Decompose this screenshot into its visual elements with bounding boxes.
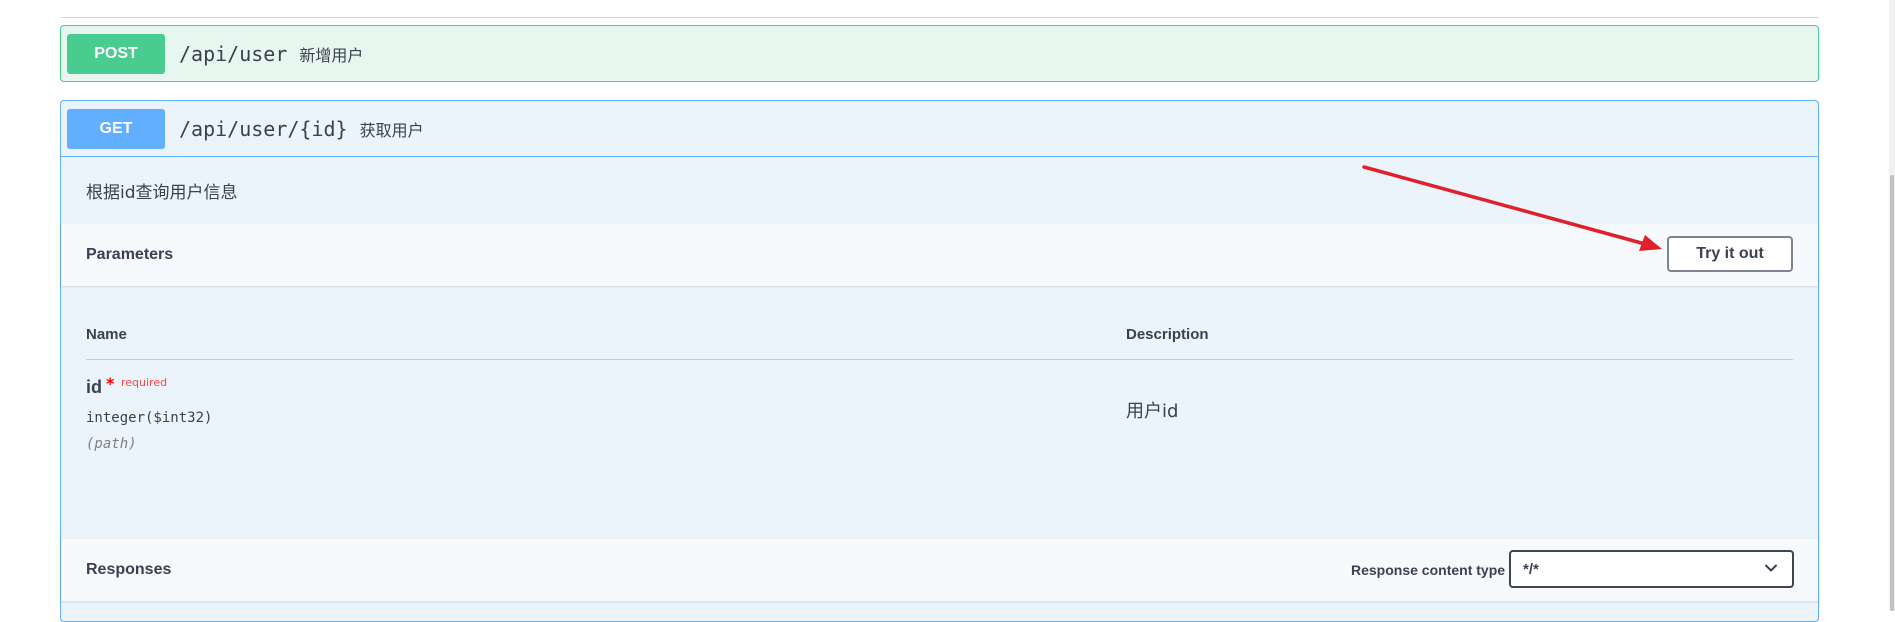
parameters-header: Parameters Try it out <box>61 224 1818 286</box>
top-divider <box>60 17 1819 18</box>
opblock-get-user-id: GET /api/user/{id} 获取用户 根据id查询用户信息 Param… <box>60 100 1819 622</box>
table-header-divider <box>86 359 1793 360</box>
response-content-type-label: Response content type <box>1351 562 1506 578</box>
responses-title: Responses <box>86 561 172 578</box>
parameter-description: 用户id <box>1126 401 1179 422</box>
opblock-summary-post[interactable]: POST /api/user 新增用户 <box>61 26 1818 81</box>
method-badge-get: GET <box>67 108 165 149</box>
opblock-post-user[interactable]: POST /api/user 新增用户 <box>60 25 1819 82</box>
responses-header: Responses Response content type */* <box>61 539 1818 601</box>
response-content-type-select[interactable]: */* <box>1509 550 1794 588</box>
endpoint-path: /api/user <box>179 41 288 66</box>
parameter-type: integer($int32) <box>86 410 213 426</box>
column-header-description: Description <box>1126 326 1209 343</box>
opblock-summary-get[interactable]: GET /api/user/{id} 获取用户 <box>61 101 1818 156</box>
scrollbar-thumb[interactable] <box>1890 175 1894 611</box>
required-label: required <box>121 376 168 389</box>
endpoint-summary: 新增用户 <box>299 45 364 65</box>
response-content-type-value: */* <box>1523 560 1539 578</box>
endpoint-path: /api/user/{id} <box>179 116 348 141</box>
required-asterisk: * <box>106 374 115 393</box>
parameter-location: (path) <box>86 436 137 452</box>
column-header-name: Name <box>86 326 127 343</box>
endpoint-summary: 获取用户 <box>359 120 424 140</box>
operation-description: 根据id查询用户信息 <box>86 183 238 203</box>
summary-divider <box>61 156 1818 157</box>
parameters-title: Parameters <box>86 246 174 263</box>
chevron-down-icon <box>1765 564 1777 572</box>
try-it-out-button[interactable]: Try it out <box>1667 236 1793 272</box>
method-badge-post: POST <box>67 33 165 74</box>
parameter-name: id <box>86 377 102 397</box>
